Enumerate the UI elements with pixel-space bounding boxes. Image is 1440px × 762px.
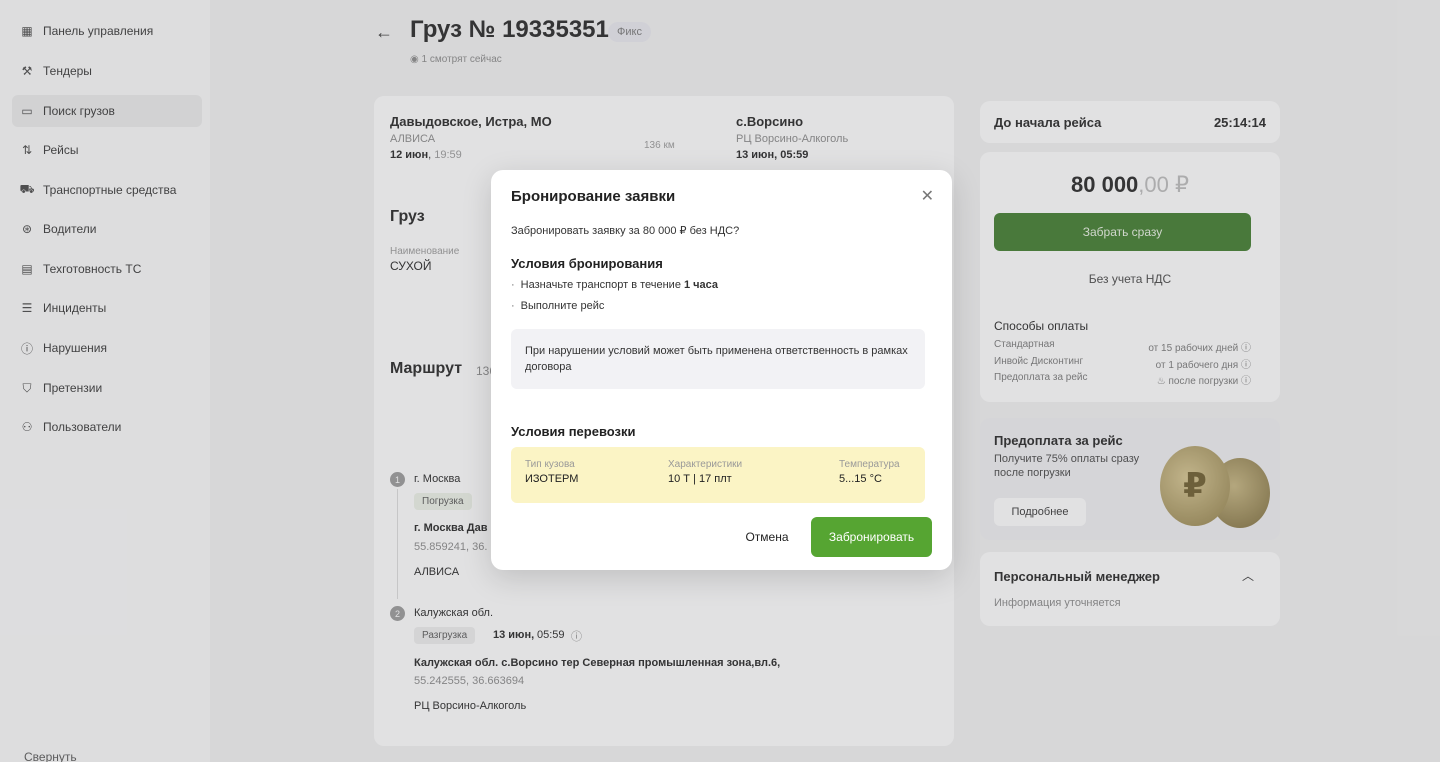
booking-condition-item: Выполните рейс — [511, 300, 605, 312]
booking-modal: Бронирование заявки ✕ Забронировать заяв… — [491, 170, 952, 570]
warning-text: При нарушении условий может быть примене… — [525, 345, 908, 373]
booking-question: Забронировать заявку за 80 000 ₽ без НДС… — [511, 225, 740, 237]
book-button[interactable]: Забронировать — [811, 517, 932, 557]
modal-title: Бронирование заявки — [511, 188, 676, 205]
temperature: Температура 5...15 °С — [839, 459, 900, 485]
close-icon[interactable]: ✕ — [921, 186, 934, 206]
booking-condition-item: Назначьте транспорт в течение 1 часа — [511, 279, 718, 291]
transport-conditions-title: Условия перевозки — [511, 424, 636, 439]
characteristics: Характеристики 10 Т | 17 плт — [668, 459, 743, 485]
warning-box: При нарушении условий может быть примене… — [511, 329, 925, 389]
cancel-button[interactable]: Отмена — [734, 517, 800, 557]
body-type: Тип кузова ИЗОТЕРМ — [525, 459, 579, 485]
booking-conditions-title: Условия бронирования — [511, 256, 663, 271]
transport-conditions-box: Тип кузова ИЗОТЕРМ Характеристики 10 Т |… — [511, 447, 925, 503]
